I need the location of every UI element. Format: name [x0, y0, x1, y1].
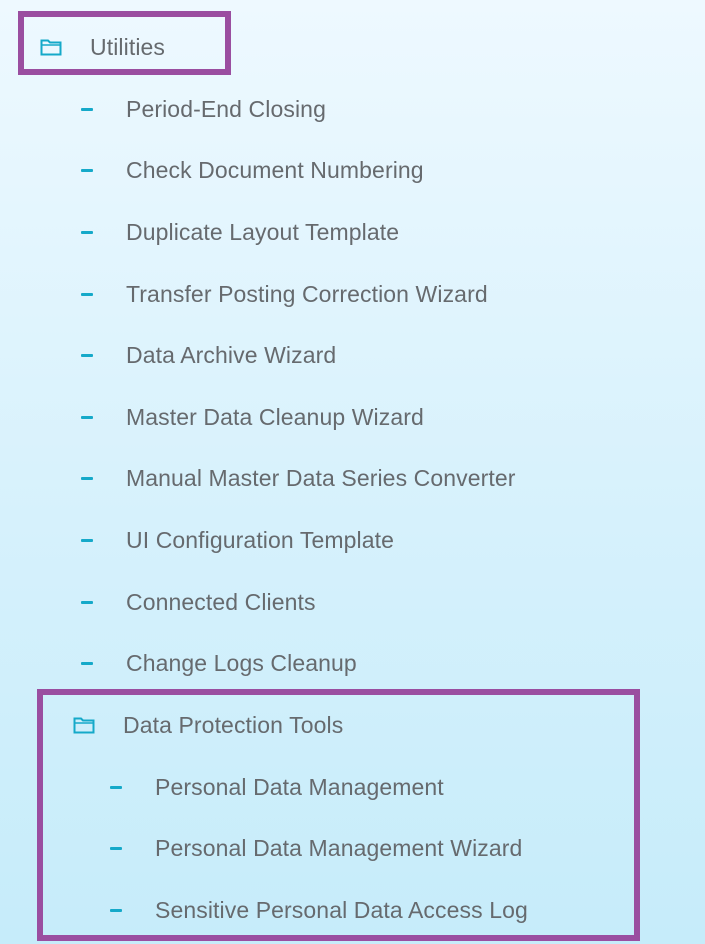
- tree-item-label: Period-End Closing: [126, 95, 326, 122]
- tree-item-duplicate-layout-template[interactable]: Duplicate Layout Template: [81, 212, 399, 252]
- dash-icon: [81, 230, 93, 234]
- tree-item-label: Change Logs Cleanup: [126, 649, 357, 676]
- tree-item-label: Personal Data Management Wizard: [155, 834, 523, 861]
- dash-icon: [81, 168, 93, 172]
- tree-item-label: Transfer Posting Correction Wizard: [126, 280, 488, 307]
- tree-item-transfer-posting-correction-wizard[interactable]: Transfer Posting Correction Wizard: [81, 274, 488, 314]
- tree-item-label: Manual Master Data Series Converter: [126, 464, 516, 491]
- tree-node-utilities[interactable]: Utilities: [40, 27, 165, 67]
- utilities-tree: Utilities Period-End Closing Check Docum…: [0, 0, 705, 944]
- dash-icon: [81, 107, 93, 111]
- tree-item-check-document-numbering[interactable]: Check Document Numbering: [81, 150, 424, 190]
- tree-node-data-protection-tools[interactable]: Data Protection Tools: [73, 705, 343, 745]
- tree-item-master-data-cleanup-wizard[interactable]: Master Data Cleanup Wizard: [81, 397, 424, 437]
- tree-item-label: Master Data Cleanup Wizard: [126, 403, 424, 430]
- tree-item-label: Duplicate Layout Template: [126, 218, 400, 245]
- tree-item-label: Check Document Numbering: [126, 156, 424, 183]
- tree-item-label: Personal Data Management: [155, 773, 444, 800]
- tree-item-label: Sensitive Personal Data Access Log: [155, 896, 528, 923]
- tree-node-label: Utilities: [90, 33, 166, 60]
- dash-icon: [81, 600, 93, 604]
- dash-icon: [110, 846, 122, 850]
- folder-icon: [40, 38, 62, 56]
- tree-item-label: Connected Clients: [126, 588, 316, 615]
- folder-icon: [73, 716, 95, 734]
- tree-item-label: UI Configuration Template: [126, 526, 394, 553]
- tree-item-period-end-closing[interactable]: Period-End Closing: [81, 89, 326, 129]
- dash-icon: [81, 292, 93, 296]
- dash-icon: [81, 353, 93, 357]
- tree-node-label: Data Protection Tools: [123, 711, 344, 738]
- tree-item-personal-data-management[interactable]: Personal Data Management: [110, 767, 444, 807]
- tree-item-data-archive-wizard[interactable]: Data Archive Wizard: [81, 335, 336, 375]
- tree-item-sensitive-personal-data-access-log[interactable]: Sensitive Personal Data Access Log: [110, 890, 528, 930]
- tree-item-ui-configuration-template[interactable]: UI Configuration Template: [81, 520, 394, 560]
- dash-icon: [81, 538, 93, 542]
- dash-icon: [110, 785, 122, 789]
- tree-item-change-logs-cleanup[interactable]: Change Logs Cleanup: [81, 643, 357, 683]
- dash-icon: [81, 476, 93, 480]
- dash-icon: [81, 661, 93, 665]
- tree-item-connected-clients[interactable]: Connected Clients: [81, 582, 316, 622]
- dash-icon: [81, 415, 93, 419]
- tree-item-personal-data-management-wizard[interactable]: Personal Data Management Wizard: [110, 828, 522, 868]
- dash-icon: [110, 908, 122, 912]
- tree-item-manual-master-data-series-converter[interactable]: Manual Master Data Series Converter: [81, 458, 516, 498]
- tree-item-label: Data Archive Wizard: [126, 341, 337, 368]
